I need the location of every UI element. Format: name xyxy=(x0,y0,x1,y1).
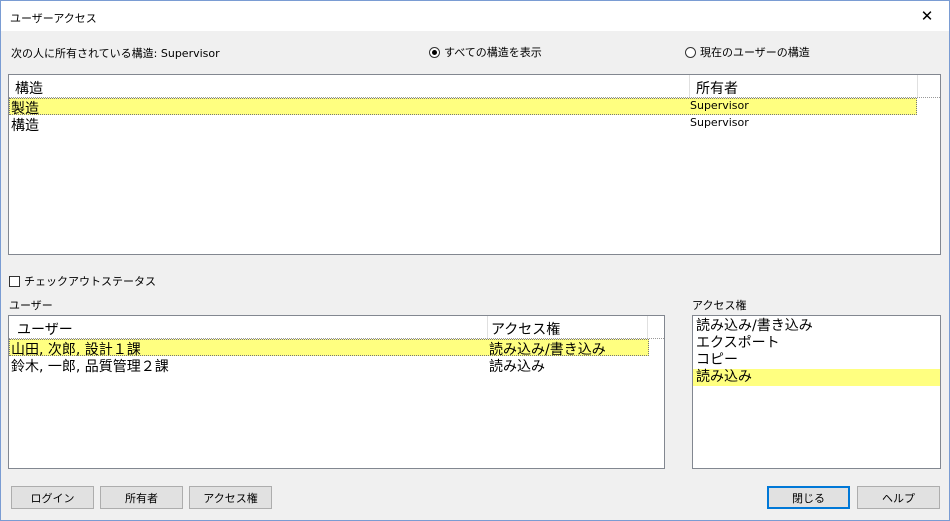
column-separator[interactable] xyxy=(487,316,488,338)
checkout-status-checkbox[interactable]: チェックアウトステータス xyxy=(9,273,156,289)
access-rights-button[interactable]: アクセス権 xyxy=(189,486,272,509)
current-user-structures-radio[interactable]: 現在のユーザーの構造 xyxy=(685,44,810,60)
structure-owner: Supervisor xyxy=(690,99,749,112)
login-button[interactable]: ログイン xyxy=(11,486,94,509)
table-row[interactable]: 構造 Supervisor xyxy=(9,115,917,134)
access-rights-list[interactable]: 読み込み/書き込み エクスポート コピー 読み込み xyxy=(692,315,941,469)
window-title: ユーザーアクセス xyxy=(10,12,97,25)
structures-list[interactable]: 構造 所有者 製造 Supervisor 構造 Supervisor xyxy=(8,74,941,255)
table-row[interactable]: 山田, 次郎, 設計１課 読み込み/書き込み xyxy=(9,339,649,358)
users-list[interactable]: ユーザー アクセス権 山田, 次郎, 設計１課 読み込み/書き込み 鈴木, 一郎… xyxy=(8,315,665,469)
structure-name: 構造 xyxy=(11,118,39,134)
column-header-user[interactable]: ユーザー xyxy=(17,319,73,339)
column-header-owner[interactable]: 所有者 xyxy=(696,78,738,98)
close-button[interactable]: 閉じる xyxy=(767,486,850,509)
list-item[interactable]: エクスポート xyxy=(693,335,940,352)
list-item[interactable]: 読み込み/書き込み xyxy=(693,318,940,335)
column-separator[interactable] xyxy=(689,75,690,97)
title-bar: ユーザーアクセス ✕ xyxy=(1,1,949,31)
checkout-status-label: チェックアウトステータス xyxy=(24,275,156,288)
list-item[interactable]: 読み込み xyxy=(693,369,940,386)
user-access: 読み込み xyxy=(489,359,545,375)
column-separator[interactable] xyxy=(647,316,648,338)
table-row[interactable]: 製造 Supervisor xyxy=(9,98,917,117)
column-header-structure[interactable]: 構造 xyxy=(15,78,43,98)
show-all-structures-label: すべての構造を表示 xyxy=(444,46,542,59)
owner-button[interactable]: 所有者 xyxy=(100,486,183,509)
user-access-dialog: ユーザーアクセス ✕ 次の人に所有されている構造: Supervisor すべて… xyxy=(0,0,950,521)
show-all-structures-radio[interactable]: すべての構造を表示 xyxy=(429,44,542,60)
help-button[interactable]: ヘルプ xyxy=(857,486,940,509)
checkbox-unchecked-icon[interactable] xyxy=(9,275,20,287)
table-row[interactable]: 鈴木, 一郎, 品質管理２課 読み込み xyxy=(9,356,649,375)
close-icon[interactable]: ✕ xyxy=(905,1,949,31)
radio-checked-icon[interactable] xyxy=(429,46,440,58)
owner-label: 次の人に所有されている構造: Supervisor xyxy=(11,47,220,60)
radio-unchecked-icon[interactable] xyxy=(685,46,696,58)
users-section-label: ユーザー xyxy=(9,299,53,312)
users-header: ユーザー アクセス権 xyxy=(9,316,664,339)
current-user-structures-label: 現在のユーザーの構造 xyxy=(700,46,810,59)
access-rights-section-label: アクセス権 xyxy=(692,299,747,312)
column-header-access[interactable]: アクセス権 xyxy=(491,319,560,339)
list-item[interactable]: コピー xyxy=(693,352,940,369)
structure-owner: Supervisor xyxy=(690,116,749,129)
user-name: 鈴木, 一郎, 品質管理２課 xyxy=(11,359,169,375)
column-separator[interactable] xyxy=(917,75,918,97)
structures-header: 構造 所有者 xyxy=(9,75,940,98)
